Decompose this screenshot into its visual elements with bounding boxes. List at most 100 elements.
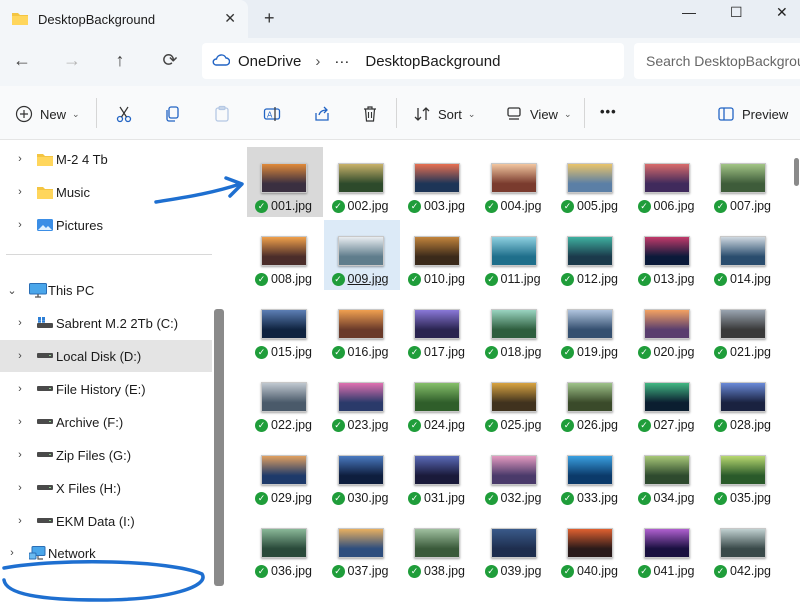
chevron-right-icon[interactable]: ›	[14, 383, 26, 395]
new-tab-button[interactable]: +	[264, 8, 275, 29]
synced-check-icon: ✓	[255, 491, 268, 505]
file-item[interactable]: ✓ 020.jpg	[630, 293, 706, 363]
forward-arrow-icon[interactable]: →	[60, 50, 84, 71]
back-arrow-icon[interactable]: ←	[10, 50, 34, 71]
synced-check-icon: ✓	[331, 345, 345, 359]
file-item[interactable]: ✓ 041.jpg	[630, 512, 706, 582]
view-button[interactable]: View ⌄	[504, 104, 572, 124]
file-item[interactable]: ✓ 022.jpg	[247, 366, 323, 436]
share-button[interactable]	[312, 104, 332, 124]
sidebar-item-pictures[interactable]: › Pictures	[0, 209, 212, 241]
sort-button[interactable]: Sort ⌄	[412, 104, 475, 124]
file-item[interactable]: ✓ 038.jpg	[400, 512, 476, 582]
file-item[interactable]: ✓ 031.jpg	[400, 439, 476, 509]
file-item[interactable]: ✓ 027.jpg	[630, 366, 706, 436]
file-name: ✓ 012.jpg	[561, 272, 618, 286]
chevron-right-icon[interactable]: ›	[14, 186, 26, 198]
file-item[interactable]: ✓ 009.jpg	[323, 220, 400, 290]
sidebar-item-drive-f[interactable]: › Archive (F:)	[0, 406, 212, 438]
file-item[interactable]: ✓ 025.jpg	[477, 366, 553, 436]
file-item[interactable]: ✓ 016.jpg	[324, 293, 400, 363]
tab-title: DesktopBackground	[38, 11, 156, 27]
file-item[interactable]: ✓ 014.jpg	[706, 220, 782, 290]
file-item[interactable]: ✓ 006.jpg	[630, 147, 706, 217]
address-bar[interactable]: OneDrive › ··· DesktopBackground	[202, 43, 624, 79]
copy-button[interactable]	[162, 104, 182, 124]
chevron-right-icon[interactable]: ›	[14, 317, 26, 329]
sidebar-item-drive-h[interactable]: › X Files (H:)	[0, 472, 212, 504]
file-item[interactable]: ✓ 037.jpg	[324, 512, 400, 582]
file-item[interactable]: ✓ 039.jpg	[477, 512, 553, 582]
file-item[interactable]: ✓ 007.jpg	[706, 147, 782, 217]
file-item[interactable]: ✓ 036.jpg	[247, 512, 323, 582]
rename-button[interactable]: A	[262, 104, 282, 124]
sidebar-scrollbar[interactable]	[214, 309, 224, 586]
up-arrow-icon[interactable]: ↑	[108, 50, 132, 71]
tab-close-icon[interactable]: ✕	[224, 10, 236, 27]
chevron-right-icon[interactable]: ›	[14, 449, 26, 461]
chevron-down-icon[interactable]: ⌄	[6, 284, 18, 297]
chevron-down-icon: ⌄	[467, 108, 476, 119]
breadcrumb-desktopbackground[interactable]: DesktopBackground	[365, 53, 500, 70]
maximize-button[interactable]: ☐	[730, 4, 743, 21]
file-item[interactable]: ✓ 005.jpg	[553, 147, 629, 217]
breadcrumb-onedrive[interactable]: OneDrive	[238, 53, 301, 70]
file-item[interactable]: ✓ 035.jpg	[706, 439, 782, 509]
file-item[interactable]: ✓ 018.jpg	[477, 293, 553, 363]
more-options-button[interactable]: •••	[600, 104, 617, 119]
breadcrumb-overflow[interactable]: ···	[334, 53, 349, 70]
file-item[interactable]: ✓ 033.jpg	[553, 439, 629, 509]
file-item[interactable]: ✓ 032.jpg	[477, 439, 553, 509]
file-item[interactable]: ✓ 040.jpg	[553, 512, 629, 582]
chevron-right-icon[interactable]: ›	[14, 350, 26, 362]
preview-pane-button[interactable]: Preview	[716, 104, 788, 124]
refresh-icon[interactable]: ⟳	[158, 50, 182, 71]
paste-button[interactable]	[212, 104, 232, 124]
file-item[interactable]: ✓ 008.jpg	[247, 220, 323, 290]
tab-desktopbackground[interactable]: DesktopBackground ✕	[0, 0, 248, 38]
file-item[interactable]: ✓ 034.jpg	[630, 439, 706, 509]
file-item[interactable]: ✓ 011.jpg	[477, 220, 553, 290]
drive-icon	[37, 485, 53, 491]
chevron-right-icon[interactable]: ›	[6, 547, 18, 559]
file-item[interactable]: ✓ 023.jpg	[324, 366, 400, 436]
cut-button[interactable]	[114, 104, 134, 124]
search-input[interactable]: Search DesktopBackground	[634, 43, 800, 79]
file-item[interactable]: ✓ 019.jpg	[553, 293, 629, 363]
delete-button[interactable]	[360, 104, 380, 124]
sidebar-item-drive-g[interactable]: › Zip Files (G:)	[0, 439, 212, 471]
file-item[interactable]: ✓ 013.jpg	[630, 220, 706, 290]
chevron-right-icon[interactable]: ›	[14, 219, 26, 231]
file-item[interactable]: ✓ 015.jpg	[247, 293, 323, 363]
image-thumbnail	[490, 163, 537, 193]
chevron-right-icon[interactable]: ›	[14, 153, 26, 165]
chevron-right-icon[interactable]: ›	[14, 416, 26, 428]
file-item[interactable]: ✓ 030.jpg	[324, 439, 400, 509]
file-item[interactable]: ✓ 004.jpg	[477, 147, 553, 217]
sidebar-item-label: This PC	[48, 282, 95, 298]
sidebar-item-drive-e[interactable]: › File History (E:)	[0, 373, 212, 405]
sidebar-item-drive-d[interactable]: › Local Disk (D:)	[0, 340, 212, 372]
content-scrollbar[interactable]	[794, 158, 799, 186]
chevron-right-icon[interactable]: ›	[14, 515, 26, 527]
minimize-button[interactable]: —	[682, 4, 696, 20]
file-item[interactable]: ✓ 002.jpg	[324, 147, 400, 217]
trash-icon	[360, 104, 380, 124]
file-item[interactable]: ✓ 024.jpg	[400, 366, 476, 436]
sidebar-item-this-pc[interactable]: ⌄ This PC	[0, 274, 212, 306]
file-item[interactable]: ✓ 012.jpg	[553, 220, 629, 290]
file-item[interactable]: ✓ 021.jpg	[706, 293, 782, 363]
new-button[interactable]: New ⌄	[14, 104, 80, 124]
file-item[interactable]: ✓ 001.jpg	[247, 147, 323, 217]
sidebar-item-drive-c[interactable]: › Sabrent M.2 2Tb (C:)	[0, 307, 212, 339]
file-item[interactable]: ✓ 017.jpg	[400, 293, 476, 363]
file-item[interactable]: ✓ 003.jpg	[400, 147, 476, 217]
file-item[interactable]: ✓ 029.jpg	[247, 439, 323, 509]
file-item[interactable]: ✓ 026.jpg	[553, 366, 629, 436]
close-window-button[interactable]: ✕	[776, 4, 788, 21]
file-item[interactable]: ✓ 042.jpg	[706, 512, 782, 582]
file-item[interactable]: ✓ 010.jpg	[400, 220, 476, 290]
sidebar-item-drive-i[interactable]: › EKM Data (I:)	[0, 505, 212, 537]
chevron-right-icon[interactable]: ›	[14, 482, 26, 494]
file-item[interactable]: ✓ 028.jpg	[706, 366, 782, 436]
